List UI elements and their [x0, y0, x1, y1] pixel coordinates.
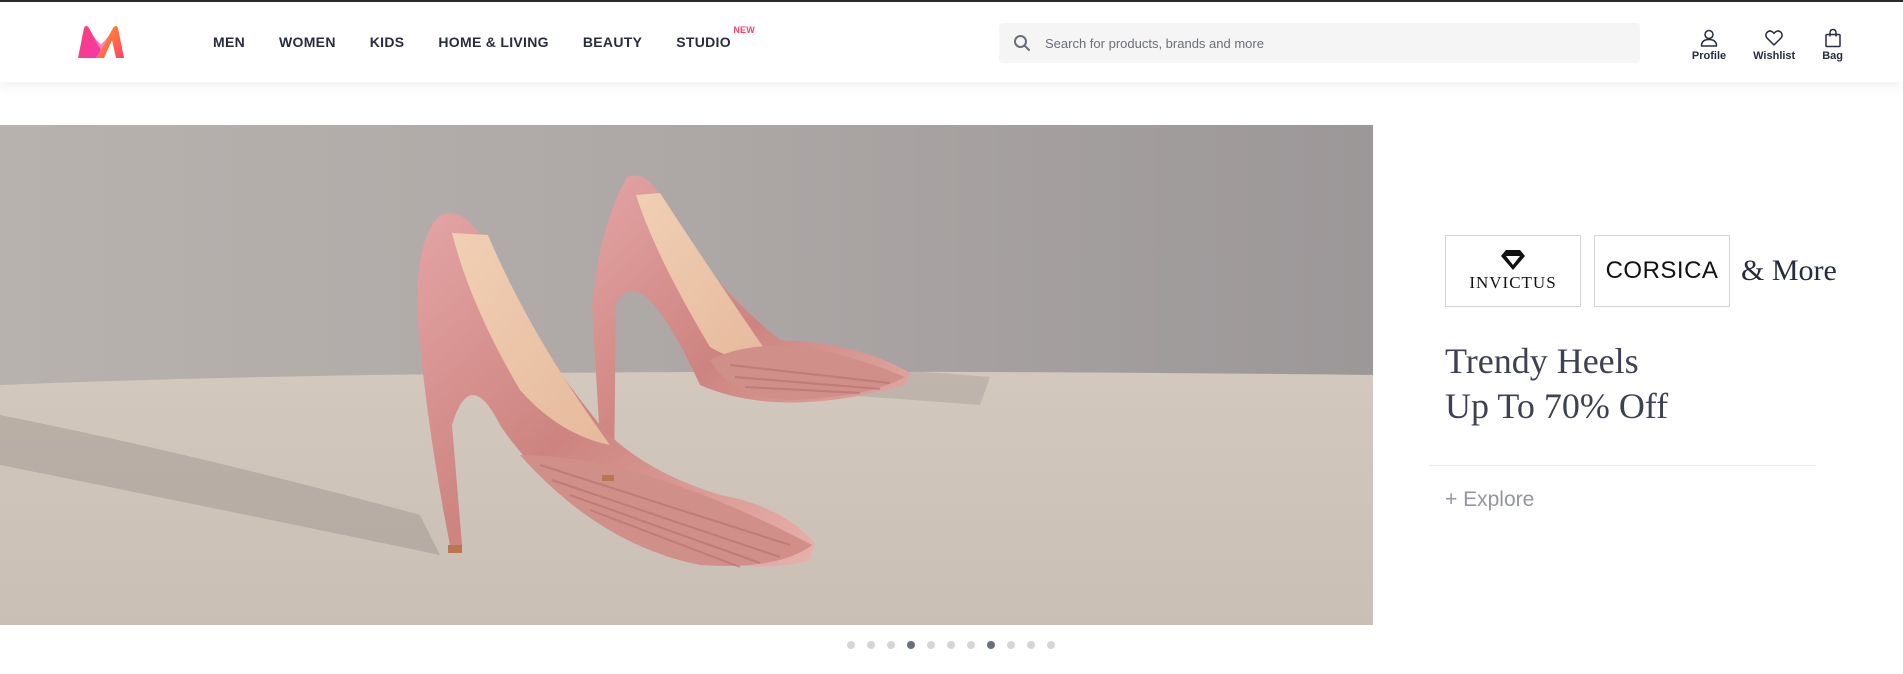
promo-panel: INVICTUS CORSICA & More Trendy Heels Up …	[1430, 125, 1903, 625]
main-nav: MEN WOMEN KIDS HOME & LIVING BEAUTY STUD…	[213, 2, 765, 82]
header-actions: Profile Wishlist Bag	[1665, 28, 1843, 62]
brand-name-invictus: INVICTUS	[1469, 273, 1557, 292]
nav-item-women[interactable]: WOMEN	[279, 34, 336, 50]
nav-item-home-living[interactable]: HOME & LIVING	[438, 34, 548, 50]
carousel-dot[interactable]	[947, 641, 955, 649]
nav-item-men[interactable]: MEN	[213, 34, 245, 50]
nav-item-beauty[interactable]: BEAUTY	[583, 34, 642, 50]
carousel-dot[interactable]	[887, 641, 895, 649]
carousel-dot[interactable]	[927, 641, 935, 649]
promo-headline: Trendy Heels Up To 70% Off	[1445, 339, 1668, 429]
myntra-logo[interactable]	[76, 24, 126, 60]
brand-name-corsica: CORSICA	[1605, 257, 1719, 284]
carousel-dot[interactable]	[1027, 641, 1035, 649]
carousel-dot[interactable]	[1047, 641, 1055, 649]
new-badge: NEW	[733, 25, 755, 35]
divider	[1430, 465, 1816, 466]
wishlist-label: Wishlist	[1753, 50, 1796, 62]
search-icon[interactable]	[1013, 34, 1031, 52]
wishlist-button[interactable]: Wishlist	[1753, 28, 1795, 62]
profile-button[interactable]: Profile	[1692, 28, 1726, 62]
carousel-dot[interactable]	[867, 641, 875, 649]
carousel-dot[interactable]	[1007, 641, 1015, 649]
nav-item-kids[interactable]: KIDS	[370, 34, 405, 50]
search-bar	[999, 23, 1640, 63]
heart-icon	[1765, 30, 1784, 46]
carousel-dot[interactable]	[907, 641, 915, 649]
brand-logo-row: INVICTUS CORSICA & More	[1445, 235, 1837, 307]
site-header: MEN WOMEN KIDS HOME & LIVING BEAUTY STUD…	[0, 2, 1903, 82]
user-icon	[1700, 29, 1718, 47]
carousel-dot[interactable]	[967, 641, 975, 649]
explore-link[interactable]: + Explore	[1445, 488, 1534, 512]
carousel-dot[interactable]	[847, 641, 855, 649]
nav-item-studio-label: STUDIO	[676, 34, 731, 50]
diamond-logo	[1501, 250, 1525, 270]
brand-logo-invictus[interactable]: INVICTUS	[1445, 235, 1581, 307]
promo-headline-line2: Up To 70% Off	[1445, 386, 1669, 426]
nav-item-studio[interactable]: STUDIO NEW	[676, 25, 755, 50]
hero-banner-image[interactable]	[0, 125, 1373, 625]
carousel-dots	[847, 641, 1067, 649]
carousel-dot[interactable]	[987, 641, 995, 649]
pink-heels-photo	[0, 125, 1373, 625]
and-more-text: & More	[1741, 254, 1837, 287]
bag-button[interactable]: Bag	[1822, 28, 1843, 62]
search-input[interactable]	[1045, 35, 1625, 51]
promo-headline-line1: Trendy Heels	[1445, 341, 1639, 381]
bag-icon	[1824, 28, 1841, 48]
brand-logo-corsica[interactable]: CORSICA	[1594, 235, 1730, 307]
bag-label: Bag	[1822, 50, 1843, 62]
profile-label: Profile	[1691, 50, 1727, 62]
